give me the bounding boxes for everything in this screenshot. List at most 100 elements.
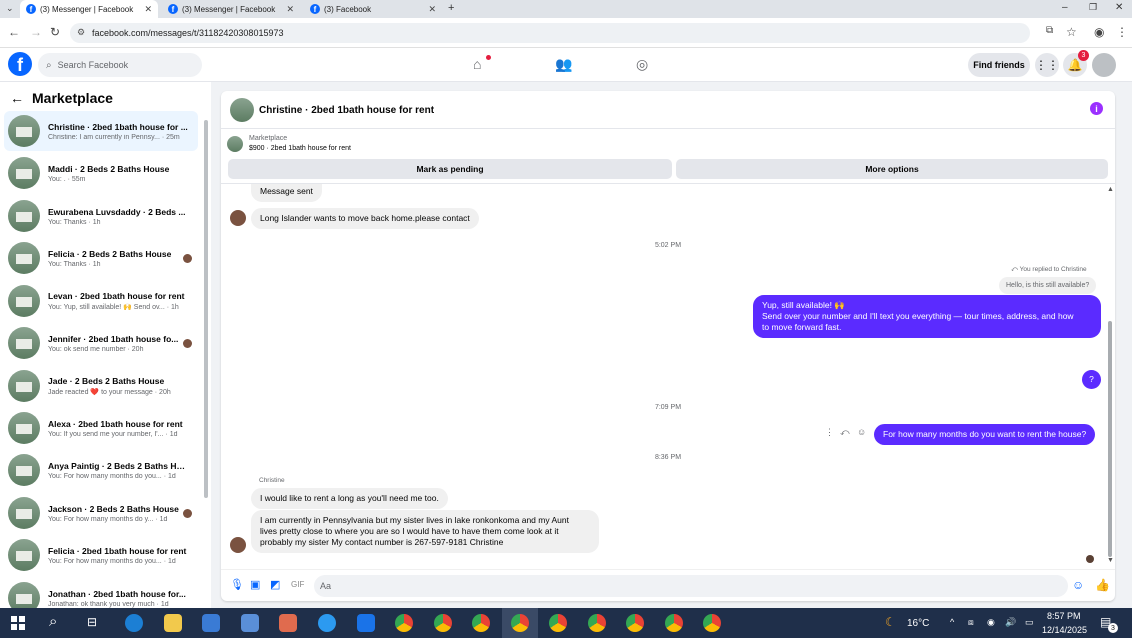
show-hidden-icons-icon[interactable]: ^ — [950, 617, 954, 627]
reply-icon[interactable]: ⤺ — [840, 427, 850, 438]
profile-icon[interactable]: ◉ — [1094, 25, 1104, 39]
listing-summary[interactable]: Marketplace $900 · 2bed 1bath house for … — [227, 134, 527, 156]
facebook-logo-icon[interactable]: f — [8, 52, 32, 76]
conversation-item[interactable]: Anya Paintig · 2 Beds 2 Baths Ho... You: … — [4, 450, 198, 490]
url-field[interactable]: ⚙ facebook.com/messages/t/31182420308015… — [70, 23, 1030, 43]
clock-date[interactable]: 12/14/2025 — [1042, 625, 1087, 635]
chrome-icon[interactable] — [588, 614, 606, 632]
network-icon[interactable]: ▭ — [1025, 617, 1034, 628]
close-icon[interactable]: ✕ — [144, 4, 152, 15]
conversation-item[interactable]: Jade · 2 Beds 2 Baths House Jade reacted … — [4, 366, 198, 406]
chrome-icon[interactable] — [665, 614, 683, 632]
account-avatar[interactable] — [1092, 53, 1116, 77]
listing-label: Marketplace — [249, 135, 288, 142]
install-icon[interactable]: ⧉ — [1046, 25, 1053, 36]
conversation-item[interactable]: Felicia · 2bed 1bath house for rent You: … — [4, 535, 198, 575]
back-icon[interactable]: ← — [8, 25, 20, 39]
react-emoji-icon[interactable]: ☺ — [857, 427, 866, 437]
search-input[interactable]: ⌕ Search Facebook — [38, 53, 202, 77]
chat-header: Christine · 2bed 1bath house for rent i — [221, 91, 1115, 129]
site-settings-icon[interactable]: ⚙ — [77, 27, 85, 38]
photo-icon[interactable]: ▣ — [250, 578, 260, 591]
emoji-icon[interactable]: ☺ — [1072, 578, 1084, 592]
windows-start-icon[interactable] — [11, 616, 25, 630]
sticker-icon[interactable]: ◩ — [270, 578, 280, 591]
forward-icon[interactable]: → — [30, 25, 42, 39]
info-icon[interactable]: i — [1090, 102, 1103, 115]
close-icon[interactable]: ✕ — [286, 4, 294, 15]
message-input[interactable]: Aa — [314, 575, 1068, 597]
conversation-preview: You: Thanks · 1h — [48, 260, 101, 268]
volume-icon[interactable]: 🔊 — [1005, 617, 1016, 628]
tab-list-icon[interactable]: ⌄ — [6, 3, 14, 14]
conversation-item[interactable]: Jennifer · 2bed 1bath house fo... You: ok… — [4, 323, 198, 363]
message-line: lives pretty close to where you are so I… — [260, 526, 559, 536]
office-icon[interactable] — [279, 614, 297, 632]
home-icon[interactable]: ⌂ — [473, 56, 481, 72]
message-bubble-outgoing: Yup, still available! 🙌 Send over your n… — [753, 295, 1101, 338]
search-icon[interactable]: ⌕ — [49, 613, 57, 630]
microphone-icon[interactable]: 🎙 — [230, 578, 244, 591]
message-bubble-outgoing: For how many months do you want to rent … — [874, 424, 1096, 445]
tray-icon[interactable]: ⧈ — [968, 617, 974, 628]
temperature[interactable]: 16°C — [907, 618, 929, 629]
read-receipt-avatar — [183, 254, 192, 263]
store-icon[interactable] — [241, 614, 259, 632]
chrome-icon[interactable] — [395, 614, 413, 632]
browser-tab-3[interactable]: f (3) Facebook ✕ — [304, 0, 442, 18]
sidebar-scrollbar[interactable] — [204, 120, 208, 498]
conversation-item[interactable]: Jonathan · 2bed 1bath house for... Jonath… — [4, 578, 198, 608]
minimize-icon[interactable]: – — [1062, 2, 1068, 13]
sender-avatar — [230, 537, 246, 553]
app-icon[interactable] — [318, 614, 336, 632]
chrome-icon[interactable] — [626, 614, 644, 632]
reload-icon[interactable]: ↻ — [50, 25, 60, 39]
conversation-name: Maddi · 2 Beds 2 Baths House — [48, 163, 170, 174]
edge-icon[interactable] — [125, 614, 143, 632]
conversation-item[interactable]: Christine · 2bed 1bath house for ... Chri… — [4, 111, 198, 151]
close-window-icon[interactable]: ✕ — [1115, 2, 1123, 13]
scroll-down-icon[interactable]: ▼ — [1107, 557, 1114, 564]
chrome-icon[interactable] — [472, 614, 490, 632]
find-friends-button[interactable]: Find friends — [968, 53, 1030, 77]
app-icon[interactable] — [357, 614, 375, 632]
menu-grid-icon[interactable]: ⋮⋮ — [1035, 53, 1059, 77]
weather-moon-icon[interactable]: ☾ — [885, 615, 896, 629]
chrome-icon[interactable] — [549, 614, 567, 632]
browser-tab-2[interactable]: f (3) Messenger | Facebook ✕ — [162, 0, 300, 18]
facebook-icon: f — [168, 4, 178, 14]
back-arrow-icon[interactable]: ← — [10, 90, 24, 106]
more-options-button[interactable]: More options — [676, 159, 1108, 179]
conversation-item[interactable]: Levan · 2bed 1bath house for rent You: Yu… — [4, 281, 198, 321]
chrome-icon[interactable] — [703, 614, 721, 632]
close-icon[interactable]: ✕ — [428, 4, 436, 15]
chat-title[interactable]: Christine · 2bed 1bath house for rent — [259, 105, 434, 116]
task-view-icon[interactable]: ⊟ — [87, 615, 97, 629]
chrome-icon[interactable] — [511, 614, 529, 632]
conversation-item[interactable]: Jackson · 2 Beds 2 Baths House You: For h… — [4, 493, 198, 533]
scroll-up-icon[interactable]: ▲ — [1107, 186, 1114, 193]
mark-as-pending-button[interactable]: Mark as pending — [228, 159, 672, 179]
gif-icon[interactable]: GIF — [291, 580, 304, 589]
reply-indicator: ⤺ You replied to Christine — [1011, 266, 1087, 274]
groups-icon[interactable]: ◎ — [636, 56, 648, 73]
restore-icon[interactable]: ❐ — [1089, 2, 1097, 13]
new-tab-icon[interactable]: + — [448, 2, 454, 14]
conversation-item[interactable]: Felicia · 2 Beds 2 Baths House You: Thank… — [4, 238, 198, 278]
chat-avatar[interactable] — [230, 98, 254, 122]
conversation-item[interactable]: Alexa · 2bed 1bath house for rent You: If… — [4, 408, 198, 448]
clock-time[interactable]: 8:57 PM — [1047, 611, 1081, 621]
browser-tab-1[interactable]: f (3) Messenger | Facebook ✕ — [20, 0, 158, 18]
conversation-item[interactable]: Maddi · 2 Beds 2 Baths House You: . · 55m — [4, 153, 198, 193]
thumbs-up-icon[interactable]: 👍 — [1095, 578, 1110, 592]
friends-icon[interactable]: 👥 — [555, 56, 572, 73]
chrome-icon[interactable] — [434, 614, 452, 632]
conversation-item[interactable]: Ewurabena Luvsdaddy · 2 Beds ... You: Tha… — [4, 196, 198, 236]
file-explorer-icon[interactable] — [164, 614, 182, 632]
bookmark-star-icon[interactable]: ☆ — [1066, 25, 1077, 39]
menu-kebab-icon[interactable]: ⋮ — [1116, 25, 1128, 39]
more-actions-icon[interactable]: ⋮ — [825, 427, 834, 438]
mail-icon[interactable] — [202, 614, 220, 632]
chat-scrollbar[interactable] — [1108, 321, 1112, 557]
tray-icon[interactable]: ◉ — [987, 617, 995, 628]
